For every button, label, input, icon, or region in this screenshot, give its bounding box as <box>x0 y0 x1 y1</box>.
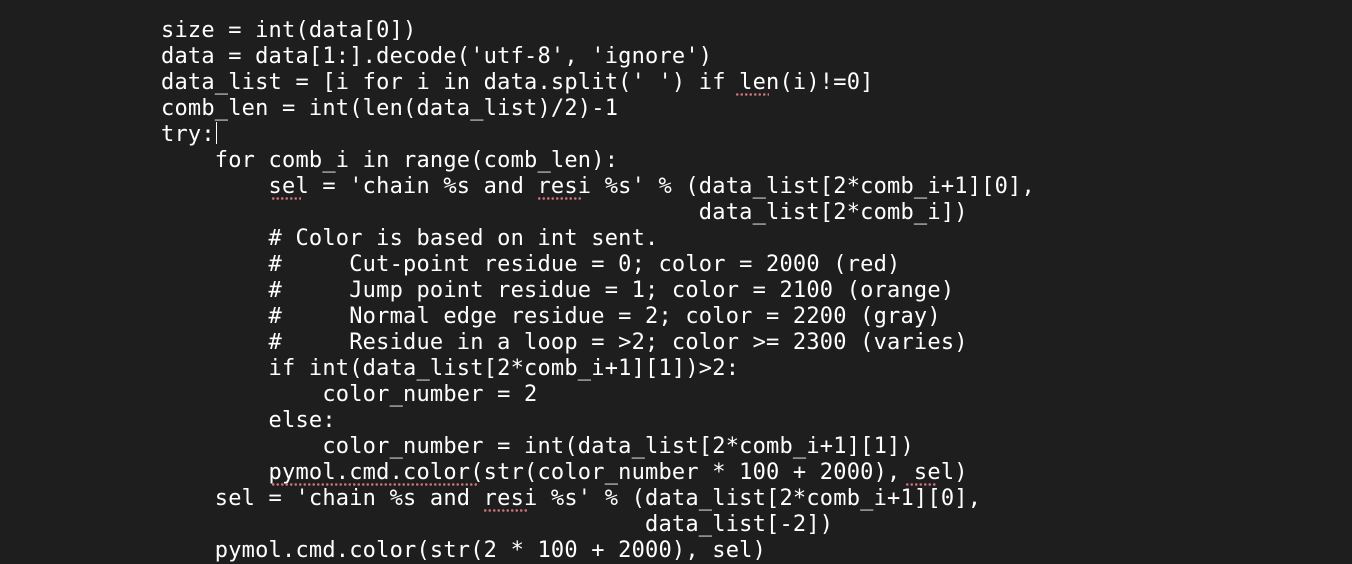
code-line-7-text: sel = 'chain %s and resi %s' % (data_lis… <box>161 174 1035 199</box>
code-line-18: pymol.cmd.color(str(color_number * 100 +… <box>161 460 1035 486</box>
code-line-20: data_list[-2]) <box>161 512 834 537</box>
code-line-9: # Color is based on int sent. <box>161 226 659 251</box>
code-line-13: # Residue in a loop = >2; color >= 2300 … <box>161 330 968 355</box>
code-line-8: data_list[2*comb_i]) <box>161 200 968 225</box>
code-line-15: color_number = 2 <box>161 382 538 407</box>
code-line-14: if int(data_list[2*comb_i+1][1])>2: <box>161 356 740 381</box>
code-line-2: data = data[1:].decode('utf-8', 'ignore'… <box>161 44 713 69</box>
code-line-1: size = int(data[0]) <box>161 18 417 43</box>
code-line-12: # Normal edge residue = 2; color = 2200 … <box>161 304 941 329</box>
code-line-5-text: try: <box>161 122 215 147</box>
code-line-18-text: pymol.cmd.color(str(color_number * 100 +… <box>161 460 968 485</box>
code-line-11: # Jump point residue = 1; color = 2100 (… <box>161 278 955 303</box>
code-line-19-text: sel = 'chain %s and resi %s' % (data_lis… <box>161 486 982 511</box>
code-line-19: sel = 'chain %s and resi %s' % (data_lis… <box>161 486 1035 512</box>
code-line-5: try: <box>161 122 1035 148</box>
code-line-3-text: data_list = [i for i in data.split(' ') … <box>161 70 874 95</box>
code-line-21: pymol.cmd.color(str(2 * 100 + 2000), sel… <box>161 538 767 563</box>
code-editor[interactable]: size = int(data[0]) data = data[1:].deco… <box>0 0 1352 564</box>
text-cursor <box>215 122 218 144</box>
code-line-7: sel = 'chain %s and resi %s' % (data_lis… <box>161 174 1035 200</box>
code-line-10: # Cut-point residue = 0; color = 2000 (r… <box>161 252 901 277</box>
code-line-17: color_number = int(data_list[2*comb_i+1]… <box>161 434 914 459</box>
code-line-6: for comb_i in range(comb_len): <box>161 148 619 173</box>
code-line-4: comb_len = int(len(data_list)/2)-1 <box>161 96 619 121</box>
code-line-16: else: <box>161 408 336 433</box>
code-content[interactable]: size = int(data[0]) data = data[1:].deco… <box>161 18 1035 564</box>
code-line-3: data_list = [i for i in data.split(' ') … <box>161 70 1035 96</box>
